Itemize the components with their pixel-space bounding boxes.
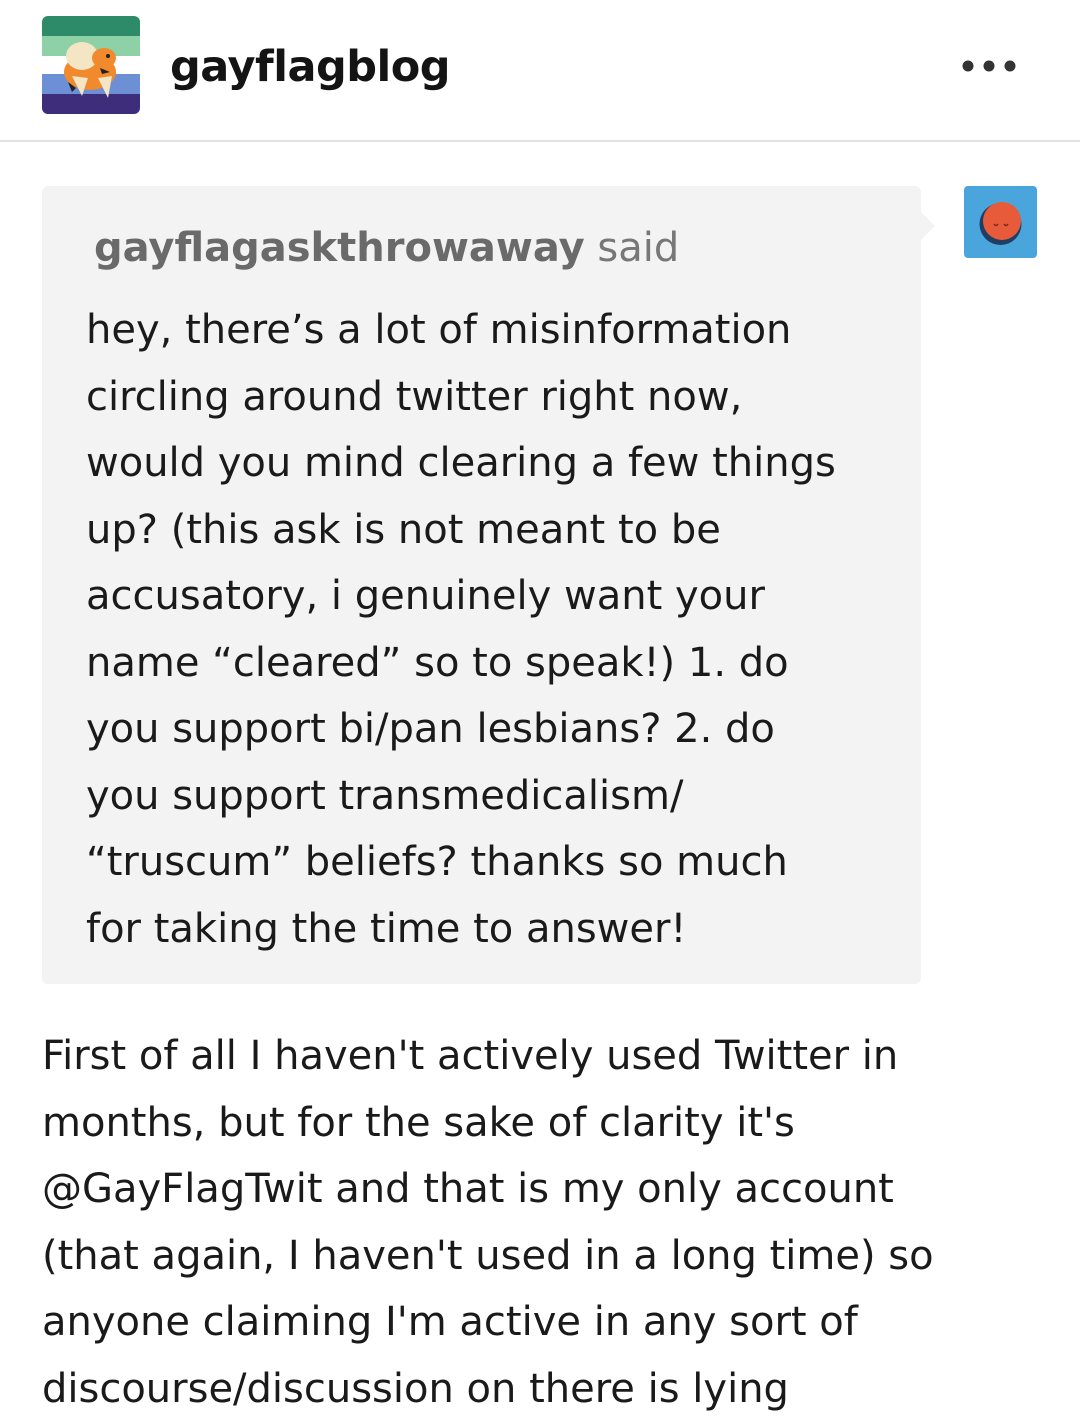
- arcanine-on-flag-icon[interactable]: [42, 16, 140, 114]
- answer-line: discourse/discussion on there is lying: [42, 1365, 789, 1412]
- said-label: said: [597, 225, 680, 271]
- answer-line: @GayFlagTwit and that is my only account: [42, 1166, 894, 1212]
- post-header: gayflagblog: [0, 0, 1080, 142]
- ask-line: you support transmedicalism/: [86, 772, 684, 819]
- asker-name[interactable]: gayflagaskthrowaway: [94, 225, 585, 271]
- ask-box-tail: [919, 210, 935, 242]
- answer-text: First of all I haven't actively used Twi…: [42, 1023, 1062, 1422]
- anonymous-face-icon: [979, 202, 1022, 245]
- asker-line: gayflagaskthrowaway said: [94, 222, 679, 274]
- more-horizontal-icon[interactable]: [956, 50, 1022, 82]
- answer-line: anyone claiming I'm active in any sort o…: [42, 1299, 858, 1345]
- ask-line: “truscum” beliefs? thanks so much: [86, 839, 788, 885]
- answer-line: months, but for the sake of clarity it's: [42, 1099, 795, 1146]
- blog-name[interactable]: gayflagblog: [170, 40, 451, 94]
- ask-line: for taking the time to answer!: [86, 905, 687, 952]
- ask-line: you support bi/pan lesbians? 2. do: [86, 706, 775, 752]
- ask-line: up? (this ask is not meant to be: [86, 506, 721, 553]
- ask-line: accusatory, i genuinely want your: [86, 573, 765, 619]
- ask-line: hey, there’s a lot of misinformation: [86, 307, 792, 353]
- ask-text: hey, there’s a lot of misinformation cir…: [86, 297, 906, 962]
- answer-line: (that again, I haven't used in a long ti…: [42, 1232, 934, 1279]
- ask-line: circling around twitter right now,: [86, 373, 743, 420]
- asker-avatar[interactable]: [964, 186, 1037, 258]
- ask-line: name “cleared” so to speak!) 1. do: [86, 639, 789, 686]
- answer-line: First of all I haven't actively used Twi…: [42, 1033, 899, 1079]
- ask-line: would you mind clearing a few things: [86, 440, 836, 486]
